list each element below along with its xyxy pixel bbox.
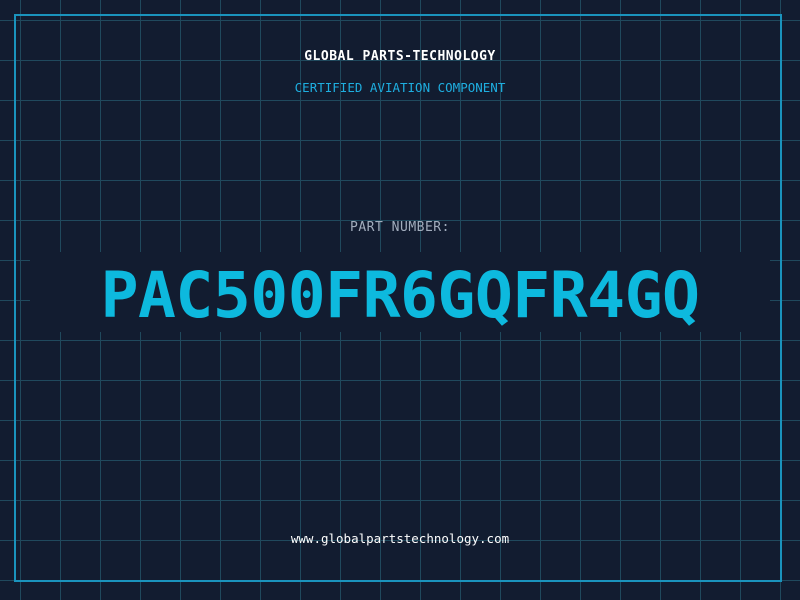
company-name: GLOBAL PARTS-TECHNOLOGY xyxy=(304,49,496,64)
part-number-value: PAC500FR6GQFR4GQ xyxy=(100,259,700,332)
certification-subtitle: CERTIFIED AVIATION COMPONENT xyxy=(294,80,506,95)
website-url: www.globalpartstechnology.com xyxy=(290,531,510,546)
part-number-label: PART NUMBER: xyxy=(350,220,450,235)
